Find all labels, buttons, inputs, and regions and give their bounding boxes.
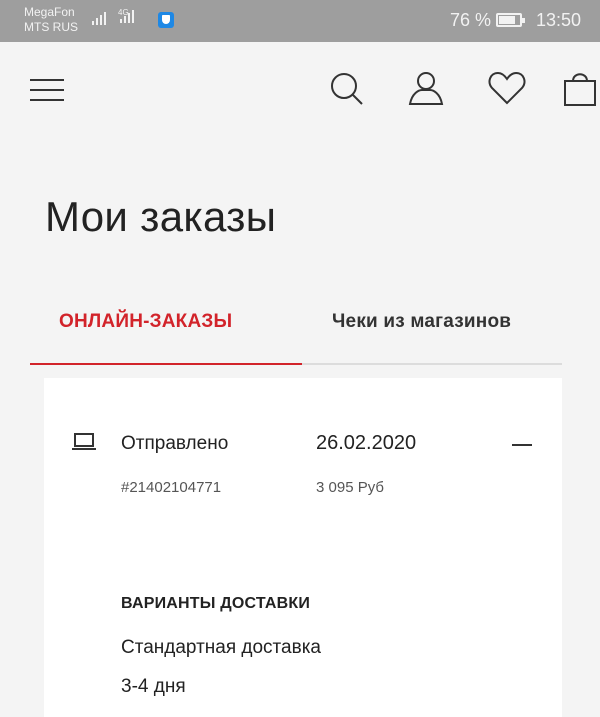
page-title: Мои заказы xyxy=(45,193,277,240)
status-bar: MegaFon MTS RUS 4G 76 % 13:50 xyxy=(0,0,600,42)
shield-app-icon xyxy=(158,12,174,28)
shopping-bag-icon[interactable] xyxy=(560,68,600,108)
active-tab-indicator xyxy=(30,363,302,365)
carrier-1: MegaFon xyxy=(24,5,75,19)
signal-strength-2-icon xyxy=(120,10,134,23)
orders-tabs: ОНЛАЙН-ЗАКАЗЫ Чеки из магазинов xyxy=(30,295,562,365)
order-date: 26.02.2020 xyxy=(316,432,417,454)
battery-percent: 76 % xyxy=(450,10,492,30)
search-icon[interactable] xyxy=(326,68,366,108)
menu-icon[interactable] xyxy=(30,79,64,101)
laptop-icon xyxy=(72,433,96,451)
account-icon[interactable] xyxy=(406,68,446,108)
battery-icon xyxy=(496,13,525,27)
carrier-2: MTS RUS xyxy=(24,20,78,34)
carrier-names: MegaFon MTS RUS xyxy=(24,5,78,35)
order-price: 3 095 Руб xyxy=(316,479,384,496)
delivery-options-heading: ВАРИАНТЫ ДОСТАВКИ xyxy=(121,595,311,612)
tab-store-receipts[interactable]: Чеки из магазинов xyxy=(332,311,511,333)
order-number: #21402104771 xyxy=(121,479,222,496)
app-header xyxy=(0,42,600,138)
collapse-icon[interactable] xyxy=(510,433,534,457)
tab-online-orders[interactable]: ОНЛАЙН-ЗАКАЗЫ xyxy=(59,311,232,333)
heart-icon[interactable] xyxy=(487,68,527,108)
order-status: Отправлено xyxy=(121,433,229,454)
signal-strength-icon xyxy=(92,12,106,25)
delivery-days: 3-4 дня xyxy=(121,676,186,697)
order-card: Отправлено #21402104771 26.02.2020 3 095… xyxy=(44,378,562,717)
clock: 13:50 xyxy=(536,10,582,30)
delivery-type: Стандартная доставка xyxy=(121,637,322,658)
